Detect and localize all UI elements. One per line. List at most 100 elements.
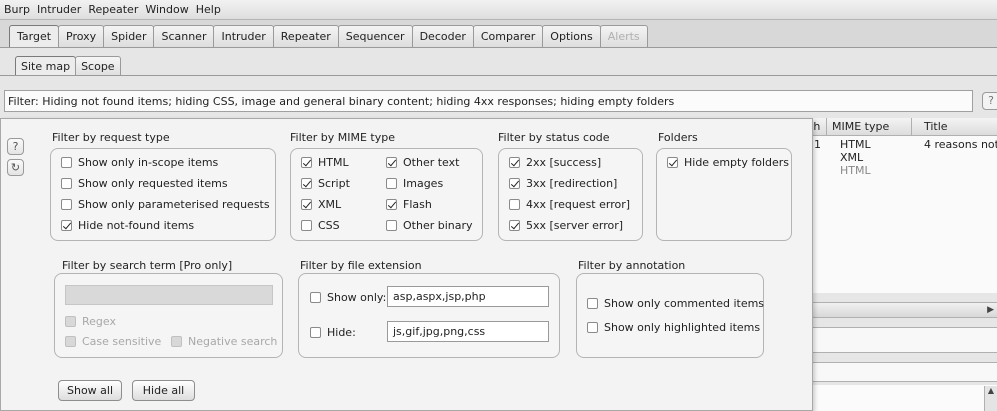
tab-intruder[interactable]: Intruder: [213, 25, 274, 48]
status-2xx-checkbox[interactable]: 2xx [success]: [509, 156, 601, 169]
horizontal-scrollbar[interactable]: ▶: [805, 302, 997, 318]
hide-all-button[interactable]: Hide all: [132, 380, 195, 401]
tab-decoder[interactable]: Decoder: [411, 25, 474, 48]
filter-popup: ? ↻ Filter by request type Show only in-…: [0, 118, 813, 411]
checkbox-box[interactable]: [587, 322, 598, 333]
refresh-icon[interactable]: ↻: [7, 159, 24, 176]
checkbox-box[interactable]: [386, 199, 397, 210]
hide-empty-folders-checkbox[interactable]: Hide empty folders: [667, 156, 789, 169]
checkbox-box[interactable]: [310, 327, 321, 338]
show-in-scope-checkbox[interactable]: Show only in-scope items: [61, 156, 218, 169]
checkbox-box[interactable]: [587, 298, 598, 309]
tab-scanner[interactable]: Scanner: [153, 25, 215, 48]
hide-extensions-checkbox[interactable]: Hide:: [310, 326, 356, 339]
menu-repeater[interactable]: Repeater: [88, 3, 138, 16]
right-panel-area: [805, 385, 997, 411]
mime-other-text-checkbox[interactable]: Other text: [386, 156, 459, 169]
hide-extensions-input[interactable]: js,gif,jpg,png,css: [387, 321, 549, 342]
show-only-extensions-input[interactable]: asp,aspx,jsp,php: [387, 286, 549, 307]
column-header-mime-type[interactable]: MIME type: [832, 120, 889, 133]
checkbox-box[interactable]: [509, 178, 520, 189]
annotation-group: [576, 273, 764, 358]
menu-window[interactable]: Window: [145, 3, 188, 16]
checkbox-box[interactable]: [386, 220, 397, 231]
folders-title: Folders: [658, 131, 698, 144]
table-cell-mime[interactable]: XML: [840, 151, 863, 164]
checkbox-box[interactable]: [386, 157, 397, 168]
checkbox-box[interactable]: [301, 220, 312, 231]
option-label: Flash: [403, 198, 432, 211]
tab-repeater[interactable]: Repeater: [272, 25, 339, 48]
checkbox-box[interactable]: [171, 336, 182, 347]
search-input[interactable]: [65, 285, 273, 305]
column-header-title[interactable]: Title: [924, 120, 948, 133]
checkbox-box[interactable]: [61, 157, 72, 168]
checkbox-box[interactable]: [301, 178, 312, 189]
menu-help[interactable]: Help: [196, 3, 221, 16]
option-label: Other text: [403, 156, 460, 169]
mime-xml-checkbox[interactable]: XML: [301, 198, 341, 211]
scroll-right-icon[interactable]: ▶: [987, 305, 994, 315]
show-highlighted-checkbox[interactable]: Show only highlighted items: [587, 321, 760, 334]
option-label: Show only commented items: [604, 297, 765, 310]
case-sensitive-checkbox[interactable]: Case sensitive: [65, 335, 161, 348]
menu-intruder[interactable]: Intruder: [37, 3, 81, 16]
show-requested-checkbox[interactable]: Show only requested items: [61, 177, 228, 190]
mime-other-binary-checkbox[interactable]: Other binary: [386, 219, 473, 232]
mime-html-checkbox[interactable]: HTML: [301, 156, 349, 169]
checkbox-box[interactable]: [386, 178, 397, 189]
option-label: Images: [403, 177, 444, 190]
checkbox-box[interactable]: [667, 157, 678, 168]
mime-type-title: Filter by MIME type: [290, 131, 395, 144]
help-icon[interactable]: ?: [982, 92, 997, 110]
checkbox-box[interactable]: [310, 292, 321, 303]
table-header: th MIME type Title: [806, 118, 997, 136]
show-commented-checkbox[interactable]: Show only commented items: [587, 297, 764, 310]
tab-scope[interactable]: Scope: [75, 56, 121, 76]
help-icon[interactable]: ?: [7, 138, 24, 155]
checkbox-box[interactable]: [61, 199, 72, 210]
regex-checkbox[interactable]: Regex: [65, 315, 116, 328]
tab-comparer[interactable]: Comparer: [472, 25, 544, 48]
show-only-extensions-checkbox[interactable]: Show only:: [310, 291, 386, 304]
checkbox-box[interactable]: [61, 220, 72, 231]
checkbox-box[interactable]: [301, 157, 312, 168]
option-label: Show only requested items: [78, 177, 228, 190]
checkbox-box[interactable]: [301, 199, 312, 210]
mime-css-checkbox[interactable]: CSS: [301, 219, 340, 232]
option-label: 4xx [request error]: [526, 198, 631, 211]
table-cell-title[interactable]: 4 reasons not: [924, 138, 997, 151]
tab-target[interactable]: Target: [9, 25, 60, 48]
scroll-up-icon[interactable]: ▲: [984, 386, 997, 411]
filter-bar[interactable]: Filter: Hiding not found items; hiding C…: [4, 90, 973, 112]
tab-sequencer[interactable]: Sequencer: [337, 25, 413, 48]
negative-search-checkbox[interactable]: Negative search: [171, 335, 277, 348]
tab-spider[interactable]: Spider: [103, 25, 155, 48]
show-parameterised-checkbox[interactable]: Show only parameterised requests: [61, 198, 270, 211]
status-5xx-checkbox[interactable]: 5xx [server error]: [509, 219, 623, 232]
checkbox-box[interactable]: [509, 157, 520, 168]
hide-not-found-checkbox[interactable]: Hide not-found items: [61, 219, 194, 232]
checkbox-box[interactable]: [65, 336, 76, 347]
checkbox-box[interactable]: [61, 178, 72, 189]
table-cell-mime[interactable]: HTML: [840, 164, 871, 177]
tab-proxy[interactable]: Proxy: [58, 25, 105, 48]
option-label: Show only:: [327, 291, 387, 304]
table-cell-mime[interactable]: HTML: [840, 138, 871, 151]
checkbox-box[interactable]: [65, 316, 76, 327]
tab-options[interactable]: Options: [542, 25, 601, 48]
column-divider: [826, 118, 827, 136]
status-3xx-checkbox[interactable]: 3xx [redirection]: [509, 177, 617, 190]
option-label: 5xx [server error]: [526, 219, 624, 232]
status-4xx-checkbox[interactable]: 4xx [request error]: [509, 198, 630, 211]
request-type-title: Filter by request type: [52, 131, 170, 144]
mime-script-checkbox[interactable]: Script: [301, 177, 350, 190]
menu-burp[interactable]: Burp: [4, 3, 30, 16]
show-all-button[interactable]: Show all: [58, 380, 122, 401]
mime-images-checkbox[interactable]: Images: [386, 177, 443, 190]
checkbox-box[interactable]: [509, 199, 520, 210]
mime-flash-checkbox[interactable]: Flash: [386, 198, 432, 211]
checkbox-box[interactable]: [509, 220, 520, 231]
tab-site-map[interactable]: Site map: [15, 56, 77, 76]
tab-alerts[interactable]: Alerts: [599, 25, 648, 48]
